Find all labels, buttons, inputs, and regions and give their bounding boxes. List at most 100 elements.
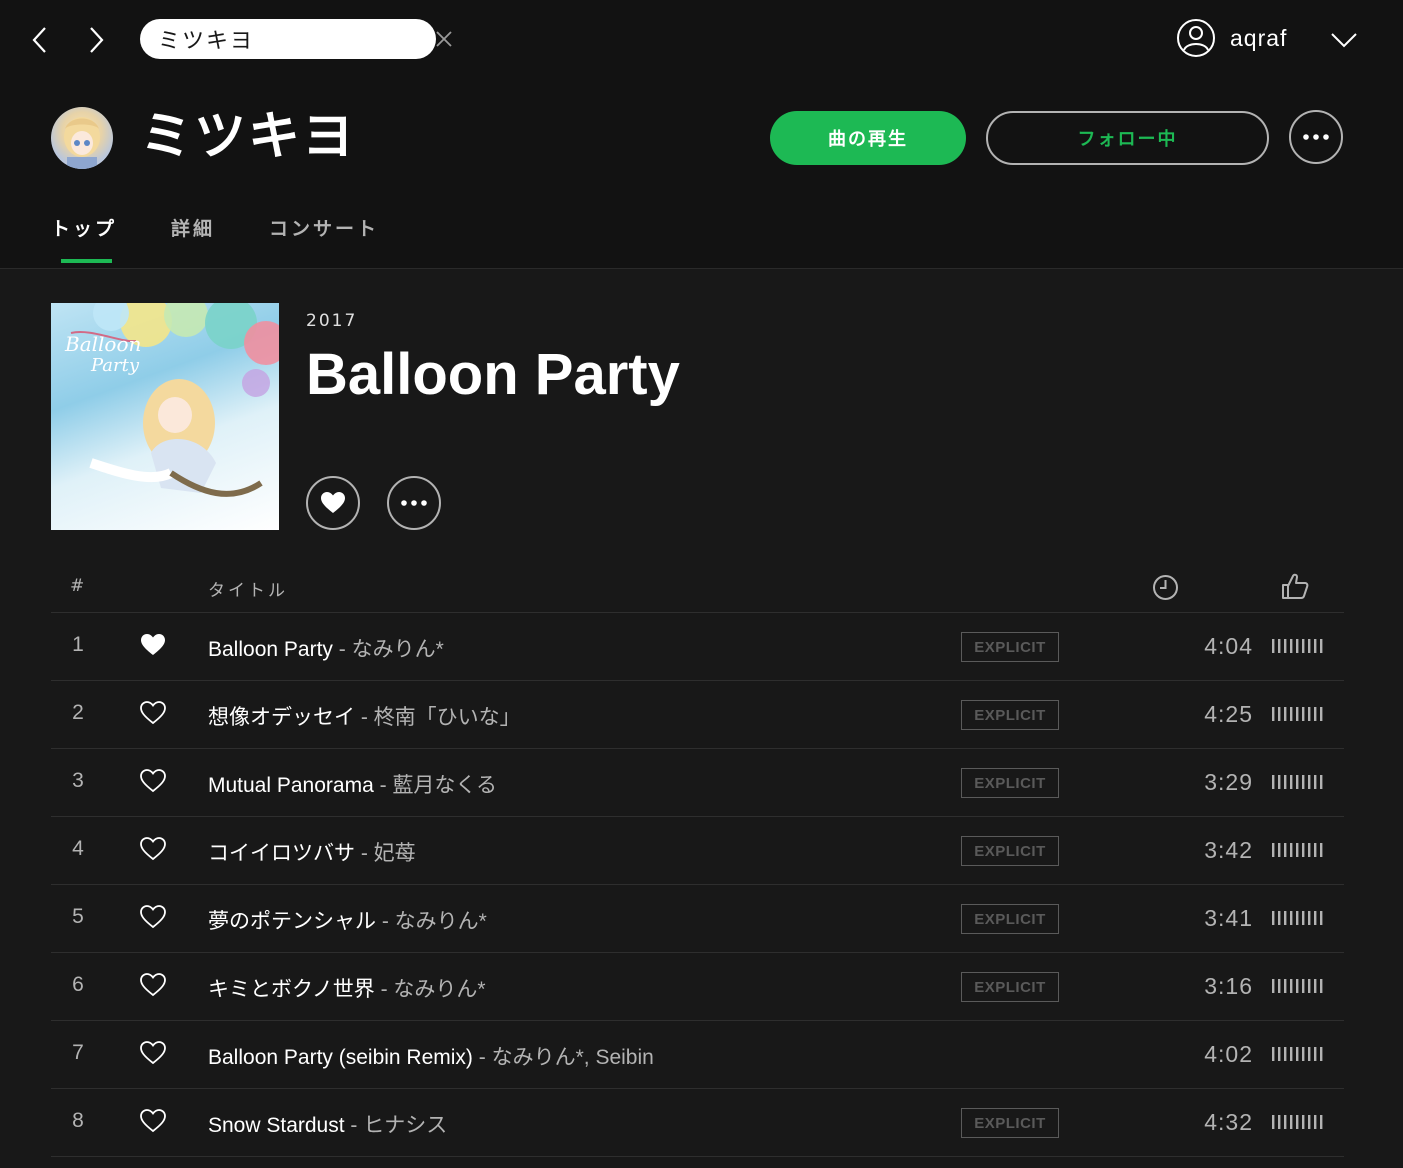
explicit-badge: EXPLICIT (961, 632, 1059, 662)
search-bar (140, 19, 452, 59)
album-like-button[interactable] (306, 476, 360, 530)
popularity-bar (1272, 911, 1323, 925)
forward-button[interactable] (80, 24, 112, 56)
close-icon (436, 31, 452, 47)
column-header-popularity[interactable] (1281, 573, 1309, 604)
track-title[interactable]: 想像オデッセイ (208, 706, 355, 729)
track-like-button[interactable] (139, 768, 167, 794)
track-title[interactable]: キミとボクノ世界 (208, 978, 375, 1001)
track-like-button[interactable] (139, 836, 167, 862)
heart-icon (140, 837, 166, 861)
track-like-button[interactable] (139, 1040, 167, 1066)
track-separator: - (376, 910, 395, 933)
album-cover[interactable]: Balloon Party (51, 303, 279, 530)
heart-icon (141, 634, 165, 655)
tab-top[interactable]: トップ (51, 214, 117, 241)
username: aqraf (1230, 24, 1288, 51)
track-artists[interactable]: なみりん* (395, 910, 487, 933)
track-number: 3 (72, 769, 84, 792)
track-duration: 3:41 (1204, 905, 1253, 931)
artist-more-button[interactable] (1289, 110, 1343, 164)
track-artists[interactable]: なみりん* (393, 978, 485, 1001)
popularity-bar (1272, 707, 1323, 721)
track-row[interactable]: 8 Snow Stardust - ヒナシス EXPLICIT 4:32 (51, 1089, 1344, 1157)
track-row[interactable]: 3 Mutual Panorama - 藍月なくる EXPLICIT 3:29 (51, 749, 1344, 817)
album-title[interactable]: Balloon Party (306, 340, 680, 410)
track-title[interactable]: Mutual Panorama (208, 774, 374, 797)
track-like-button[interactable] (139, 700, 167, 726)
track-title[interactable]: Balloon Party (208, 638, 333, 661)
track-like-button[interactable] (139, 972, 167, 998)
play-button[interactable]: 曲の再生 (770, 111, 966, 165)
track-duration: 4:32 (1204, 1109, 1253, 1135)
track-artists[interactable]: なみりん*, Seibin (492, 1046, 654, 1069)
popularity-bar (1272, 1115, 1323, 1129)
clock-icon (1153, 575, 1178, 600)
track-duration: 4:25 (1204, 701, 1253, 727)
track-title-cell: 想像オデッセイ - 柊南「ひいな」 (208, 701, 521, 731)
heart-icon (321, 492, 345, 513)
track-artists[interactable]: なみりん* (352, 638, 444, 661)
heart-icon (140, 1041, 166, 1065)
explicit-badge: EXPLICIT (961, 972, 1059, 1002)
track-artists[interactable]: 藍月なくる (392, 774, 497, 797)
track-title-cell: コイイロツバサ - 妃苺 (208, 837, 416, 867)
chevron-down-icon (1331, 33, 1357, 48)
track-number: 2 (72, 701, 84, 724)
track-like-button[interactable] (139, 904, 167, 930)
back-button[interactable] (24, 24, 56, 56)
column-header-duration[interactable] (1152, 574, 1179, 605)
track-title-cell: Snow Stardust - ヒナシス (208, 1109, 447, 1139)
thumbs-up-icon (1282, 573, 1309, 599)
track-artists[interactable]: 柊南「ひいな」 (374, 706, 521, 729)
user-menu-toggle[interactable] (1326, 24, 1362, 56)
active-tab-indicator (61, 259, 112, 263)
track-number: 1 (72, 633, 84, 656)
track-like-button[interactable] (139, 632, 167, 658)
tab-details[interactable]: 詳細 (171, 214, 215, 241)
track-duration: 3:29 (1204, 769, 1253, 795)
track-title[interactable]: Snow Stardust (208, 1114, 345, 1137)
popularity-bar (1272, 775, 1323, 789)
track-artists[interactable]: 妃苺 (374, 842, 416, 865)
popularity-bar (1272, 1047, 1323, 1061)
track-artists[interactable]: ヒナシス (363, 1114, 447, 1137)
column-header-number: # (70, 576, 88, 596)
track-row[interactable]: 6 キミとボクノ世界 - なみりん* EXPLICIT 3:16 (51, 953, 1344, 1021)
artist-avatar (51, 107, 113, 169)
heart-icon (140, 1109, 166, 1133)
user-icon (1177, 19, 1215, 57)
explicit-badge: EXPLICIT (961, 904, 1059, 934)
track-title[interactable]: コイイロツバサ (208, 842, 355, 865)
column-header-title[interactable]: タイトル (208, 576, 288, 601)
track-duration: 3:42 (1204, 837, 1253, 863)
track-duration: 4:04 (1204, 633, 1253, 659)
explicit-badge: EXPLICIT (961, 768, 1059, 798)
track-title[interactable]: Balloon Party (seibin Remix) (208, 1046, 473, 1069)
popularity-bar (1272, 639, 1323, 653)
clear-search-button[interactable] (434, 29, 454, 49)
track-row[interactable]: 7 Balloon Party (seibin Remix) - なみりん*, … (51, 1021, 1344, 1089)
user-menu[interactable]: aqraf (1176, 18, 1287, 58)
track-title[interactable]: 夢のポテンシャル (208, 910, 376, 933)
track-separator: - (472, 1046, 492, 1069)
track-duration: 4:02 (1204, 1041, 1253, 1067)
heart-icon (140, 973, 166, 997)
track-row[interactable]: 4 コイイロツバサ - 妃苺 EXPLICIT 3:42 (51, 817, 1344, 885)
track-row[interactable]: 1 Balloon Party - なみりん* EXPLICIT 4:04 (51, 613, 1344, 681)
track-like-button[interactable] (139, 1108, 167, 1134)
chevron-right-icon (90, 27, 104, 53)
track-number: 8 (72, 1109, 84, 1132)
follow-button[interactable]: フォロー中 (986, 111, 1269, 165)
track-title-cell: キミとボクノ世界 - なみりん* (208, 973, 486, 1003)
track-title-cell: Balloon Party (seibin Remix) - なみりん*, Se… (208, 1041, 654, 1071)
track-number: 6 (72, 973, 84, 996)
search-input[interactable] (156, 23, 434, 55)
track-separator: - (355, 842, 374, 865)
track-title-cell: 夢のポテンシャル - なみりん* (208, 905, 487, 935)
track-row[interactable]: 5 夢のポテンシャル - なみりん* EXPLICIT 3:41 (51, 885, 1344, 953)
album-more-button[interactable] (387, 476, 441, 530)
more-icon (401, 500, 427, 506)
tab-concerts[interactable]: コンサート (269, 214, 379, 241)
track-row[interactable]: 2 想像オデッセイ - 柊南「ひいな」 EXPLICIT 4:25 (51, 681, 1344, 749)
